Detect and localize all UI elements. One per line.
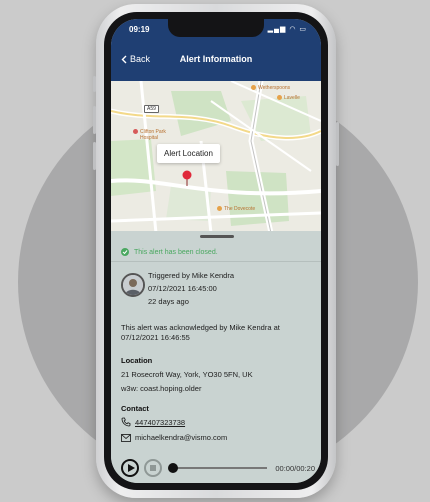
map-callout[interactable]: Alert Location — [157, 144, 220, 163]
phone-number-link[interactable]: 447407323738 — [135, 418, 185, 427]
mail-icon — [121, 433, 131, 442]
map-place-dovecote: The Dovecote — [217, 206, 255, 212]
user-photo-icon — [123, 275, 143, 295]
alert-status: This alert has been closed. — [121, 248, 218, 256]
phone-screen: 09:19 ▂▄▆ ◠ ▭ Back Alert Information Wet… — [111, 19, 321, 483]
audio-progress-knob[interactable] — [168, 463, 178, 473]
map-place-lavelle: Lavelle — [277, 95, 300, 101]
volume-up-button — [93, 106, 96, 134]
phone-frame: 09:19 ▂▄▆ ◠ ▭ Back Alert Information Wet… — [93, 4, 339, 498]
wifi-icon: ◠ — [289, 26, 297, 33]
relative-time: 22 days ago — [148, 297, 189, 306]
nav-bar: Back Alert Information — [111, 51, 321, 73]
signal-icon: ▂▄▆ — [267, 26, 287, 33]
notch — [168, 19, 264, 37]
bar-icon — [251, 85, 256, 91]
power-button — [336, 122, 339, 166]
contact-phone[interactable]: 447407323738 — [121, 417, 185, 427]
mute-switch — [93, 76, 96, 92]
phone-bezel: 09:19 ▂▄▆ ◠ ▭ Back Alert Information Wet… — [104, 12, 328, 490]
hospital-icon — [133, 129, 138, 135]
status-time: 09:19 — [129, 25, 150, 34]
stop-button[interactable] — [144, 459, 162, 477]
triggered-time: 07/12/2021 16:45:00 — [148, 284, 217, 293]
alert-details-panel: This alert has been closed. Triggered by… — [111, 231, 321, 483]
contact-heading: Contact — [121, 404, 149, 413]
pub-icon — [217, 206, 222, 212]
restaurant-icon — [277, 95, 282, 101]
drag-handle[interactable] — [200, 235, 234, 238]
play-button[interactable] — [121, 459, 139, 477]
acknowledged-text: This alert was acknowledged by Mike Kend… — [121, 323, 280, 342]
audio-time: 00:00/00:20 — [275, 464, 315, 473]
map-place-clifton-park: Clifton Park Hospital — [133, 129, 166, 141]
volume-down-button — [93, 142, 96, 170]
phone-icon — [121, 417, 131, 427]
contact-email[interactable]: michaelkendra@vismo.com — [121, 433, 227, 442]
map-place-wetherspoons: Wetherspoons — [251, 85, 290, 91]
status-icons: ▂▄▆ ◠ ▭ — [268, 25, 307, 33]
road-badge: A59 — [144, 105, 159, 113]
alert-status-text: This alert has been closed. — [134, 248, 218, 256]
battery-icon: ▭ — [299, 26, 307, 33]
location-w3w: w3w: coast.hoping.older — [121, 384, 202, 393]
location-address: 21 Rosecroft Way, York, YO30 5FN, UK — [121, 370, 253, 379]
page-title: Alert Information — [179, 54, 253, 64]
triggered-by: Triggered by Mike Kendra — [148, 271, 235, 280]
audio-player: 00:00/00:20 — [121, 459, 315, 479]
email-address: michaelkendra@vismo.com — [135, 433, 228, 442]
audio-progress-track[interactable] — [171, 467, 267, 469]
map-pin-icon[interactable] — [182, 170, 192, 186]
avatar — [121, 273, 145, 297]
location-heading: Location — [121, 356, 153, 365]
map-view[interactable]: Wetherspoons Lavelle Clifton Park Hospita… — [111, 81, 321, 233]
check-circle-icon — [121, 248, 129, 256]
divider — [111, 261, 321, 262]
